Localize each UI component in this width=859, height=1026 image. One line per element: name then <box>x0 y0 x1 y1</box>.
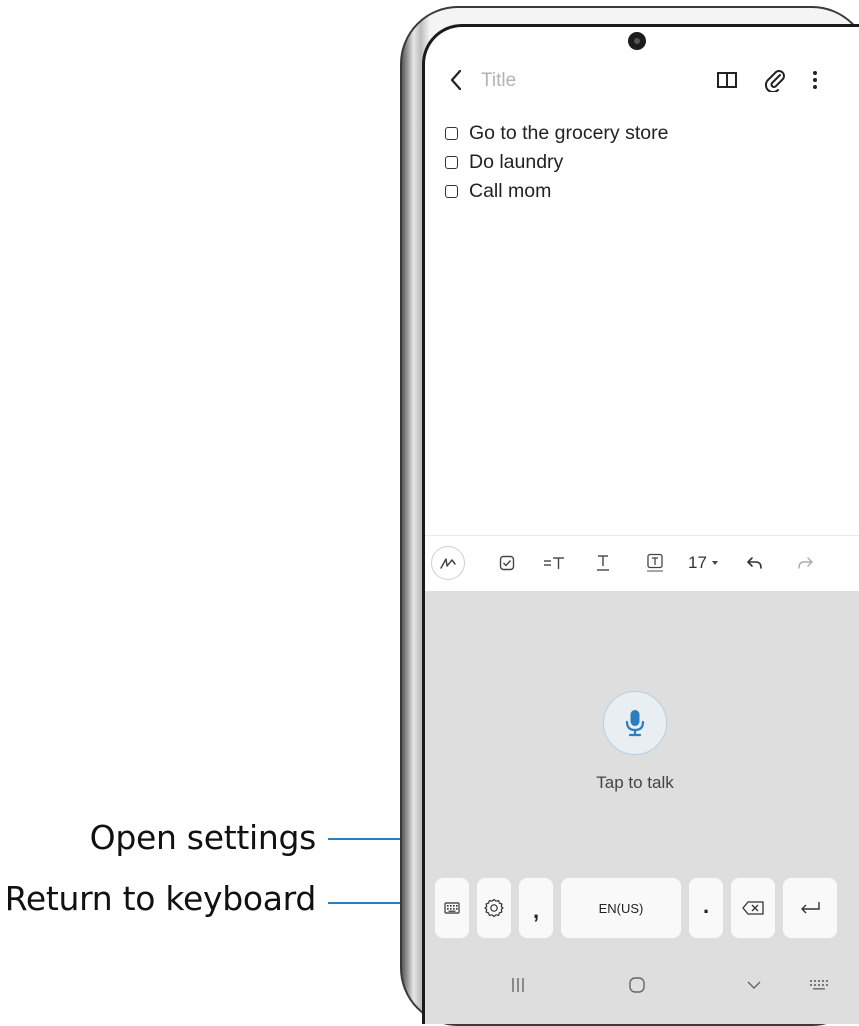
microphone-icon <box>625 710 645 737</box>
home-icon[interactable] <box>626 973 648 997</box>
checklist: Go to the grocery store Do laundry Call … <box>445 119 668 206</box>
phone-screen: Title Go to the grocery store Do laundry… <box>422 24 859 1024</box>
tap-to-talk-label: Tap to talk <box>596 773 674 792</box>
voice-input-panel: Tap to talk , EN(US) . <box>425 591 859 1024</box>
enter-icon <box>801 902 820 914</box>
language-key[interactable]: EN(US) <box>561 878 681 938</box>
microphone-button[interactable] <box>603 691 667 755</box>
navigation-bar <box>425 951 859 1021</box>
text-background-icon[interactable] <box>643 546 667 580</box>
underline-text-icon[interactable] <box>591 546 615 580</box>
app-bar: Title <box>425 57 859 109</box>
open-settings-button[interactable] <box>477 878 511 938</box>
book-icon[interactable] <box>713 65 741 95</box>
undo-icon[interactable] <box>743 546 767 580</box>
checklist-item-text: Do laundry <box>469 151 564 173</box>
enter-key[interactable] <box>783 878 837 938</box>
comma-key[interactable]: , <box>519 878 553 938</box>
font-size-value: 17 <box>688 553 707 572</box>
title-input[interactable]: Title <box>481 70 516 92</box>
checklist-item[interactable]: Call mom <box>445 177 668 206</box>
checklist-item[interactable]: Do laundry <box>445 148 668 177</box>
back-nav-icon[interactable] <box>743 973 765 997</box>
checkbox-icon[interactable] <box>495 546 519 580</box>
checkbox-unchecked[interactable] <box>445 127 458 140</box>
attach-icon[interactable] <box>761 65 789 95</box>
backspace-key[interactable] <box>731 878 775 938</box>
recent-apps-icon[interactable] <box>507 973 529 997</box>
font-size-dropdown[interactable]: 17 <box>685 546 723 580</box>
redo-icon[interactable] <box>793 546 817 580</box>
checklist-item[interactable]: Go to the grocery store <box>445 119 668 148</box>
checkbox-unchecked[interactable] <box>445 185 458 198</box>
checklist-item-text: Go to the grocery store <box>469 122 669 144</box>
checklist-item-text: Call mom <box>469 180 552 202</box>
text-style-icon[interactable] <box>541 546 567 580</box>
period-key[interactable]: . <box>689 878 723 938</box>
keyboard-switch-icon[interactable] <box>807 973 831 997</box>
gear-icon <box>484 898 504 918</box>
keyboard-icon <box>444 902 460 914</box>
back-icon[interactable] <box>445 65 469 95</box>
backspace-icon <box>742 901 764 915</box>
callout-open-settings: Open settings <box>89 818 317 857</box>
checkbox-unchecked[interactable] <box>445 156 458 169</box>
formatting-toolbar: 17 <box>425 535 859 592</box>
handwriting-pen-icon[interactable] <box>431 546 465 580</box>
front-camera <box>628 32 646 50</box>
callout-return-to-keyboard: Return to keyboard <box>4 879 317 918</box>
more-options-icon[interactable] <box>801 65 829 95</box>
return-to-keyboard-button[interactable] <box>435 878 469 938</box>
